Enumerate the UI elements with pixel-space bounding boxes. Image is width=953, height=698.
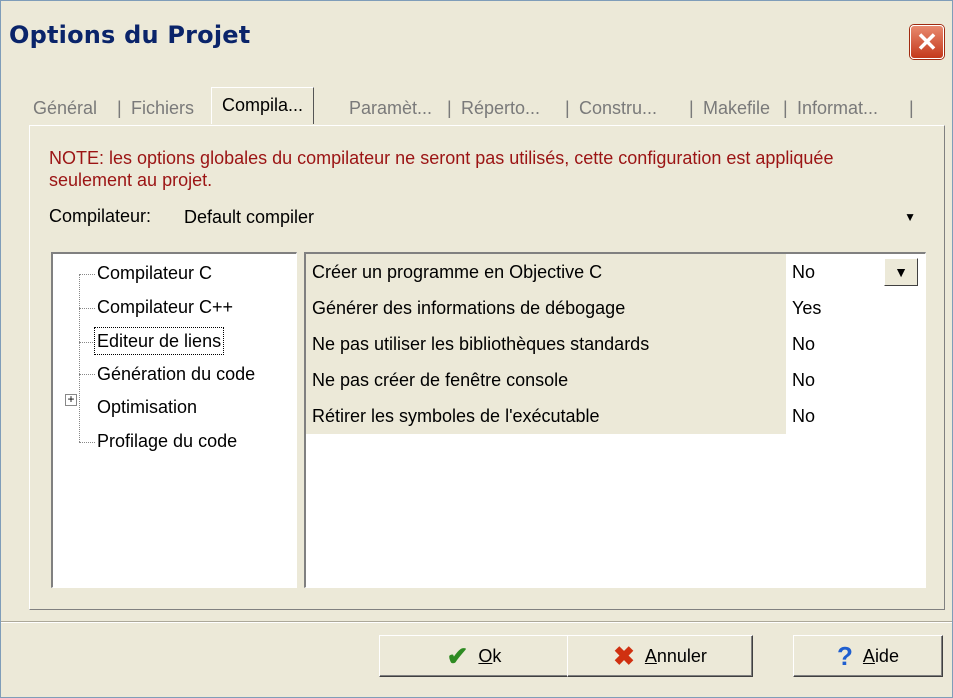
tab-parametres[interactable]: Paramèt...	[349, 93, 432, 123]
tab-construction[interactable]: Constru...	[579, 93, 657, 123]
checkmark-icon: ✔	[446, 640, 469, 671]
bottom-separator	[1, 621, 952, 623]
tab-informations[interactable]: Informat...	[797, 93, 878, 123]
option-value[interactable]: No	[792, 362, 815, 398]
help-button-label: Aide	[862, 645, 899, 666]
option-name: Générer des informations de débogage	[306, 290, 786, 326]
option-row[interactable]: Générer des informations de débogage Yes	[306, 290, 924, 326]
option-value[interactable]: No	[792, 326, 815, 362]
tab-separator: |	[689, 98, 694, 118]
close-button[interactable]: ✕	[910, 25, 944, 59]
tree-item-optimisation[interactable]: Optimisation	[97, 394, 197, 420]
tab-separator: |	[909, 98, 914, 118]
tree-guide-line	[79, 442, 95, 443]
note-text: NOTE: les options globales du compilateu…	[49, 148, 834, 190]
option-row[interactable]: Créer un programme en Objective C No ▼	[306, 254, 924, 290]
option-value[interactable]: Yes	[792, 290, 821, 326]
help-button[interactable]: ? Aide	[793, 635, 943, 677]
ok-button[interactable]: ✔ Ok	[379, 635, 569, 677]
tab-separator: |	[783, 98, 788, 118]
cross-icon: ✖	[613, 640, 635, 671]
options-grid: Créer un programme en Objective C No ▼ G…	[304, 252, 926, 588]
category-tree: + Compilateur C Compilateur C++ Editeur …	[51, 252, 297, 588]
tree-guide-line	[79, 308, 95, 309]
tree-item-generation-du-code[interactable]: Génération du code	[97, 361, 255, 387]
option-value[interactable]: No	[792, 398, 815, 434]
option-row[interactable]: Ne pas créer de fenêtre console No	[306, 362, 924, 398]
cancel-button[interactable]: ✖ Annuler	[567, 635, 753, 677]
title-bar: Options du Projet ✕	[1, 1, 952, 76]
option-name: Ne pas utiliser les bibliothèques standa…	[306, 326, 786, 362]
chevron-down-icon: ▼	[904, 210, 916, 224]
option-value[interactable]: No	[792, 254, 815, 290]
option-dropdown-button[interactable]: ▼	[884, 258, 918, 286]
option-row[interactable]: Rétirer les symboles de l'exécutable No	[306, 398, 924, 434]
tab-repertoires[interactable]: Réperto...	[461, 93, 540, 123]
close-icon: ✕	[916, 27, 938, 57]
cancel-button-label: Annuler	[644, 645, 707, 666]
tab-separator: |	[447, 98, 452, 118]
tab-separator: |	[117, 98, 122, 118]
dialog-title: Options du Projet	[9, 21, 251, 49]
plus-icon[interactable]: +	[65, 393, 77, 406]
question-icon: ?	[837, 640, 853, 671]
ok-button-label: Ok	[478, 645, 502, 666]
tree-item-compilateur-cpp[interactable]: Compilateur C++	[97, 294, 233, 320]
tree-guide-line	[79, 274, 80, 442]
tree-item-compilateur-c[interactable]: Compilateur C	[97, 260, 212, 286]
option-name: Rétirer les symboles de l'exécutable	[306, 398, 786, 434]
tab-fichiers[interactable]: Fichiers	[131, 93, 194, 123]
compiler-label: Compilateur:	[49, 206, 152, 226]
option-name: Créer un programme en Objective C	[306, 254, 786, 290]
compiler-select-value: Default compiler	[184, 207, 315, 227]
tab-separator: |	[565, 98, 570, 118]
tab-compilateur[interactable]: Compila...	[211, 87, 315, 124]
tree-guide-line	[79, 274, 95, 275]
compiler-select[interactable]: Default compiler ▼	[176, 201, 928, 233]
tab-makefile[interactable]: Makefile	[703, 93, 770, 123]
option-name: Ne pas créer de fenêtre console	[306, 362, 786, 398]
option-row[interactable]: Ne pas utiliser les bibliothèques standa…	[306, 326, 924, 362]
tree-item-editeur-de-liens[interactable]: Editeur de liens	[93, 327, 225, 355]
tab-general[interactable]: Général	[33, 93, 97, 123]
tab-strip: Général | Fichiers Compila... Paramèt...…	[21, 87, 937, 125]
tree-guide-line	[79, 374, 95, 375]
options-dialog: Options du Projet ✕ Général | Fichiers C…	[0, 0, 953, 698]
tree-guide-line	[79, 342, 95, 343]
chevron-down-icon: ▼	[894, 264, 908, 280]
tree-item-profilage-du-code[interactable]: Profilage du code	[97, 428, 237, 454]
